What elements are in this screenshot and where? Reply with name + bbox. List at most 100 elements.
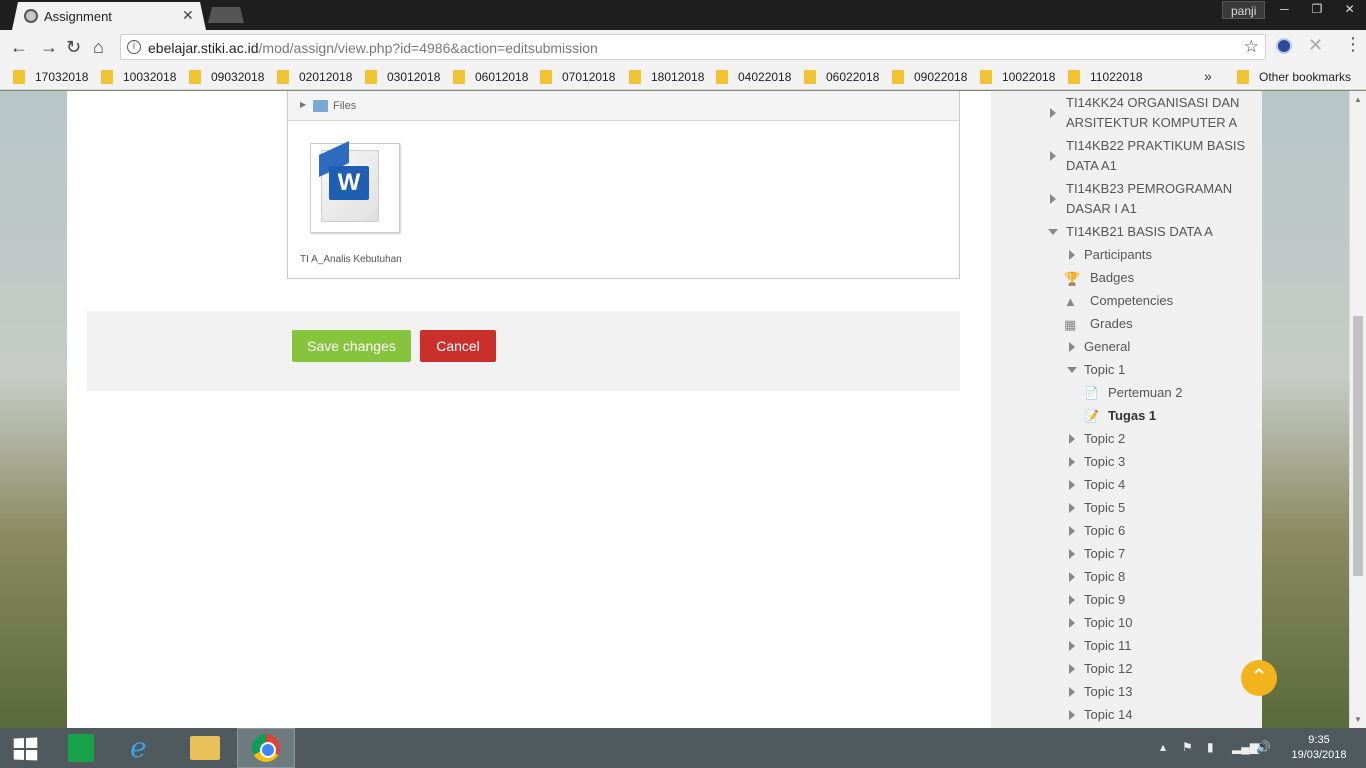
nav-topic[interactable]: Topic 13 (1084, 682, 1132, 702)
nav-topic[interactable]: Topic 6 (1084, 521, 1125, 541)
scrollbar-thumb[interactable] (1353, 316, 1363, 576)
tray-expand-icon[interactable]: ▴ (1160, 740, 1166, 754)
tab-close-icon[interactable]: ✕ (182, 7, 194, 24)
nav-topic[interactable]: Topic 10 (1084, 613, 1132, 633)
scroll-down-arrow-icon[interactable]: ▼ (1354, 715, 1362, 724)
save-changes-button[interactable]: Save changes (292, 330, 411, 362)
reload-icon[interactable]: ↻ (66, 37, 81, 57)
cancel-button[interactable]: Cancel (420, 330, 496, 362)
file-thumbnail[interactable]: W (310, 141, 400, 233)
site-info-icon[interactable]: i (127, 40, 141, 54)
current-course-link[interactable]: TI14KB21 BASIS DATA A (1066, 222, 1213, 242)
extension-icon[interactable] (1276, 38, 1292, 54)
bookmark-folder[interactable]: 02012018 (277, 69, 352, 85)
page-scrollbar[interactable]: ▲ ▼ (1349, 91, 1366, 728)
collapsed-arrow-icon[interactable] (1069, 549, 1075, 559)
collapsed-arrow-icon[interactable] (1069, 457, 1075, 467)
collapsed-arrow-icon[interactable] (1069, 572, 1075, 582)
expanded-arrow-icon[interactable] (1048, 229, 1058, 235)
bookmark-folder[interactable]: 11022018 (1068, 69, 1143, 85)
windows-start-icon[interactable] (13, 737, 38, 761)
collapsed-arrow-icon[interactable] (1069, 641, 1075, 651)
bookmark-folder[interactable]: 09032018 (189, 69, 264, 85)
bookmark-folder[interactable]: 03012018 (365, 69, 440, 85)
collapsed-arrow-icon[interactable] (1050, 194, 1056, 204)
nav-badges[interactable]: Badges (1090, 268, 1134, 288)
collapsed-arrow-icon[interactable] (1050, 151, 1056, 161)
nav-tugas-1[interactable]: Tugas 1 (1108, 406, 1156, 426)
nav-competencies[interactable]: Competencies (1090, 291, 1173, 311)
bookmark-folder[interactable]: 18012018 (629, 69, 704, 85)
chrome-icon[interactable] (252, 734, 280, 762)
collapsed-arrow-icon[interactable] (1069, 618, 1075, 628)
home-icon[interactable]: ⌂ (93, 37, 104, 57)
action-center-flag-icon[interactable]: ⚑ (1182, 740, 1193, 754)
store-app-icon[interactable] (68, 734, 94, 762)
nav-topic[interactable]: Topic 2 (1084, 429, 1125, 449)
volume-icon[interactable]: 🔊 (1256, 740, 1271, 754)
nav-topic[interactable]: Topic 14 (1084, 705, 1132, 725)
collapsed-arrow-icon[interactable] (1069, 250, 1075, 260)
browser-tab[interactable]: Assignment ✕ (12, 2, 206, 30)
nav-topic[interactable]: Topic 9 (1084, 590, 1125, 610)
extension-x-icon[interactable]: ✕ (1308, 35, 1323, 56)
profile-button[interactable]: panji (1222, 1, 1266, 19)
other-bookmarks[interactable]: Other bookmarks (1237, 69, 1351, 85)
collapsed-arrow-icon[interactable] (1050, 108, 1056, 118)
scroll-up-arrow-icon[interactable]: ▲ (1354, 95, 1362, 104)
bookmark-folder[interactable]: 06022018 (804, 69, 879, 85)
signal-icon[interactable]: ▂▄▆ (1232, 740, 1259, 754)
nav-pertemuan-2[interactable]: Pertemuan 2 (1108, 383, 1182, 403)
nav-topic[interactable]: Topic 3 (1084, 452, 1125, 472)
collapsed-arrow-icon[interactable] (1069, 595, 1075, 605)
bookmark-folder[interactable]: 04022018 (716, 69, 791, 85)
system-clock[interactable]: 9:35 19/03/2018 (1288, 733, 1350, 763)
restore-icon[interactable]: ❐ (1301, 0, 1334, 20)
bookmark-folder[interactable]: 10032018 (101, 69, 176, 85)
course-link[interactable]: TI14KK24 ORGANISASI DAN (1066, 93, 1239, 113)
battery-icon[interactable]: ▮ (1207, 740, 1214, 754)
collapsed-arrow-icon[interactable] (1069, 710, 1075, 720)
bookmark-folder[interactable]: 06012018 (453, 69, 528, 85)
collapsed-arrow-icon[interactable] (1069, 342, 1075, 352)
nav-topic[interactable]: Topic 5 (1084, 498, 1125, 518)
collapsed-arrow-icon[interactable] (1069, 687, 1075, 697)
minimize-icon[interactable]: ─ (1268, 0, 1301, 20)
forward-icon[interactable]: → (40, 37, 58, 57)
new-tab-button[interactable] (208, 7, 244, 23)
expand-arrow-icon[interactable]: ▶ (300, 100, 306, 109)
collapsed-arrow-icon[interactable] (1069, 480, 1075, 490)
nav-topic[interactable]: Topic 7 (1084, 544, 1125, 564)
file-name[interactable]: TI A_Analis Kebutuhan (300, 254, 402, 265)
collapsed-arrow-icon[interactable] (1069, 664, 1075, 674)
course-link[interactable]: DASAR I A1 (1066, 199, 1137, 219)
nav-topic[interactable]: Topic 12 (1084, 659, 1132, 679)
bookmarks-overflow-button[interactable]: » (1204, 68, 1212, 84)
nav-topic[interactable]: Topic 4 (1084, 475, 1125, 495)
nav-general[interactable]: General (1084, 337, 1130, 357)
chrome-menu-icon[interactable]: ⋮ (1344, 34, 1362, 55)
expanded-arrow-icon[interactable] (1067, 367, 1077, 373)
close-window-icon[interactable]: ✕ (1333, 0, 1366, 20)
nav-grades[interactable]: Grades (1090, 314, 1133, 334)
course-link[interactable]: DATA A1 (1066, 156, 1117, 176)
collapsed-arrow-icon[interactable] (1069, 434, 1075, 444)
nav-topic-1[interactable]: Topic 1 (1084, 360, 1125, 380)
nav-topic[interactable]: Topic 8 (1084, 567, 1125, 587)
nav-topic[interactable]: Topic 11 (1084, 636, 1131, 656)
collapsed-arrow-icon[interactable] (1069, 526, 1075, 536)
bookmark-folder[interactable]: 10022018 (980, 69, 1055, 85)
internet-explorer-icon[interactable]: e (130, 734, 147, 762)
bookmark-star-icon[interactable]: ☆ (1244, 37, 1259, 57)
collapsed-arrow-icon[interactable] (1069, 503, 1075, 513)
bookmark-folder[interactable]: 07012018 (540, 69, 615, 85)
course-link[interactable]: TI14KB23 PEMROGRAMAN (1066, 179, 1232, 199)
bookmark-folder[interactable]: 09022018 (892, 69, 967, 85)
back-icon[interactable]: ← (10, 37, 28, 57)
file-explorer-icon[interactable] (190, 736, 220, 760)
course-link[interactable]: ARSITEKTUR KOMPUTER A (1066, 113, 1237, 133)
bookmark-folder[interactable]: 17032018 (13, 69, 88, 85)
course-link[interactable]: TI14KB22 PRAKTIKUM BASIS (1066, 136, 1245, 156)
files-path-label[interactable]: Files (333, 100, 356, 112)
scroll-to-top-button[interactable]: ⌃ (1241, 660, 1277, 696)
